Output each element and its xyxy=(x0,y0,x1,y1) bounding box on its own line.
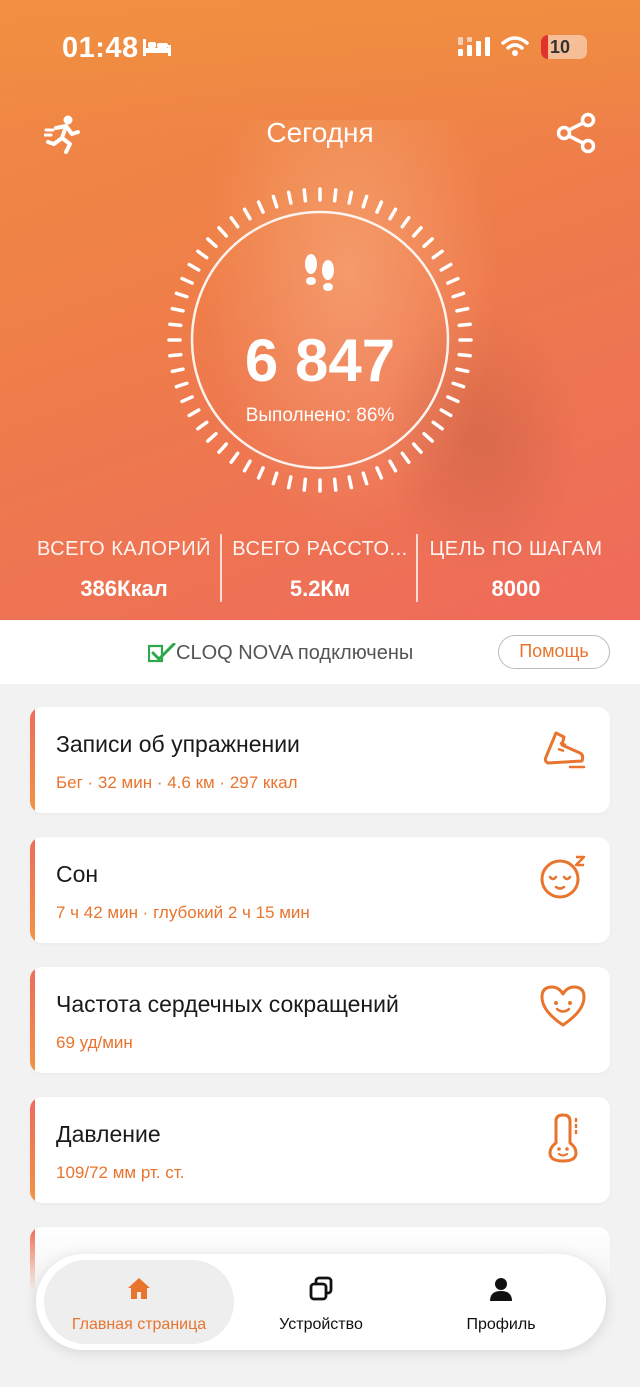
card-heart-rate[interactable]: Частота сердечных сокращений 69 уд/мин xyxy=(30,967,610,1073)
card-sleep[interactable]: Сон 7 ч 42 мин · глубокий 2 ч 15 мин xyxy=(30,837,610,943)
connection-status-text: CLOQ NOVA подключены xyxy=(176,642,414,664)
ring-tick xyxy=(375,466,384,480)
stat-value: 8000 xyxy=(491,576,541,601)
ring-tick xyxy=(455,306,470,313)
ring-tick xyxy=(332,188,338,203)
card-title: Давление xyxy=(56,1121,161,1147)
ring-tick xyxy=(256,466,265,480)
ring-tick xyxy=(229,451,240,464)
ring-tick xyxy=(411,226,423,238)
bed-icon xyxy=(143,39,171,56)
battery-percent: 10 xyxy=(550,37,571,57)
ring-tick xyxy=(302,188,308,203)
share-icon[interactable] xyxy=(556,112,598,154)
card-title: Частота сердечных сокращений xyxy=(56,991,399,1017)
ring-tick xyxy=(361,194,369,209)
ring-tick xyxy=(242,207,252,221)
ring-tick xyxy=(422,431,434,443)
nav-label: Главная страница xyxy=(71,1316,207,1333)
card-subtitle: 7 ч 42 мин · глубокий 2 ч 15 мин xyxy=(56,903,310,922)
ring-tick xyxy=(388,459,398,473)
ring-tick xyxy=(217,226,229,238)
ring-tick xyxy=(206,431,218,443)
stat-calories: ВСЕГО КАЛОРИЙ 386Ккал xyxy=(26,538,222,602)
ring-tick xyxy=(271,194,279,209)
device-connection-bar: CLOQ NOVA подключены Помощь xyxy=(0,620,640,684)
ring-tick xyxy=(388,207,398,221)
ring-tick xyxy=(422,237,434,249)
card-exercise-records[interactable]: Записи об упражнении Бег · 32 мин · 4.6 … xyxy=(30,707,610,813)
ring-tick xyxy=(400,451,411,464)
sleep-face-icon xyxy=(540,855,586,899)
ring-tick xyxy=(332,477,338,492)
stat-step-goal: ЦЕЛЬ ПО ШАГАМ 8000 xyxy=(418,538,614,602)
heart-face-icon xyxy=(540,985,586,1027)
ring-tick xyxy=(180,395,194,404)
page-title: Сегодня xyxy=(266,117,374,148)
ring-tick xyxy=(446,276,460,285)
wifi-icon xyxy=(501,36,529,56)
card-subtitle: 109/72 мм рт. ст. xyxy=(56,1163,185,1182)
profile-icon xyxy=(490,1278,512,1301)
sneaker-icon xyxy=(543,731,586,769)
device-icon xyxy=(309,1276,333,1301)
ring-tick xyxy=(271,471,279,486)
steps-count: 6 847 xyxy=(244,327,396,394)
nav-tab-home[interactable]: Главная страница xyxy=(44,1254,234,1350)
connected-check-icon xyxy=(148,643,176,663)
ring-tick xyxy=(361,471,369,486)
stat-value: 5.2Км xyxy=(289,576,351,601)
ring-tick xyxy=(170,306,185,313)
ring-tick xyxy=(451,291,466,299)
stat-label: ЦЕЛЬ ПО ШАГАМ xyxy=(429,538,603,560)
status-time: 01:48 xyxy=(62,32,139,64)
ring-tick xyxy=(242,459,252,473)
ring-tick xyxy=(302,477,308,492)
ring-tick xyxy=(431,249,444,260)
ring-tick xyxy=(229,216,240,229)
nav-tab-profile[interactable]: Профиль xyxy=(406,1254,596,1350)
card-accent-bar xyxy=(30,837,35,943)
stat-value: 386Ккал xyxy=(80,576,168,601)
card-subtitle: 69 уд/мин xyxy=(56,1033,133,1052)
ring-tick xyxy=(286,475,293,490)
battery-indicator: 10 xyxy=(541,35,587,59)
stat-distance: ВСЕГО РАССТО... 5.2Км xyxy=(222,538,418,602)
nav-label: Устройство xyxy=(279,1316,363,1333)
ring-tick xyxy=(174,291,189,299)
battery-level xyxy=(541,35,548,59)
card-accent-bar xyxy=(30,707,35,813)
stat-label: ВСЕГО РАССТО... xyxy=(232,538,408,560)
ring-tick xyxy=(347,190,354,205)
nav-tab-device[interactable]: Устройство xyxy=(226,1254,416,1350)
ring-tick xyxy=(411,442,423,454)
footsteps-icon xyxy=(305,254,334,291)
ring-tick xyxy=(446,395,460,404)
ring-tick xyxy=(187,262,201,272)
card-blood-pressure[interactable]: Давление 109/72 мм рт. ст. xyxy=(30,1097,610,1203)
ring-tick xyxy=(375,200,384,214)
ring-tick xyxy=(180,276,194,285)
ring-tick xyxy=(206,237,218,249)
ring-tick xyxy=(256,200,265,214)
ring-tick xyxy=(400,216,411,229)
steps-goal-progress: Выполнено: 86% xyxy=(245,405,395,426)
card-accent-bar xyxy=(30,1097,35,1203)
cellular-signal-icon xyxy=(458,37,490,56)
ring-tick xyxy=(217,442,229,454)
nav-label: Профиль xyxy=(466,1316,536,1333)
ring-tick xyxy=(439,262,453,272)
ring-tick xyxy=(286,190,293,205)
home-icon xyxy=(128,1278,150,1299)
thermometer-icon xyxy=(548,1113,578,1163)
help-button[interactable]: Помощь xyxy=(498,635,610,669)
card-title: Сон xyxy=(56,861,99,887)
stat-label: ВСЕГО КАЛОРИЙ xyxy=(37,538,211,560)
card-accent-bar xyxy=(30,967,35,1073)
ring-tick xyxy=(196,249,209,260)
ring-tick xyxy=(347,475,354,490)
card-subtitle: Бег · 32 мин · 4.6 км · 297 ккал xyxy=(56,773,298,792)
card-title: Записи об упражнении xyxy=(56,731,300,757)
bottom-navigation: Главная страница Устройство Профиль xyxy=(36,1254,606,1350)
